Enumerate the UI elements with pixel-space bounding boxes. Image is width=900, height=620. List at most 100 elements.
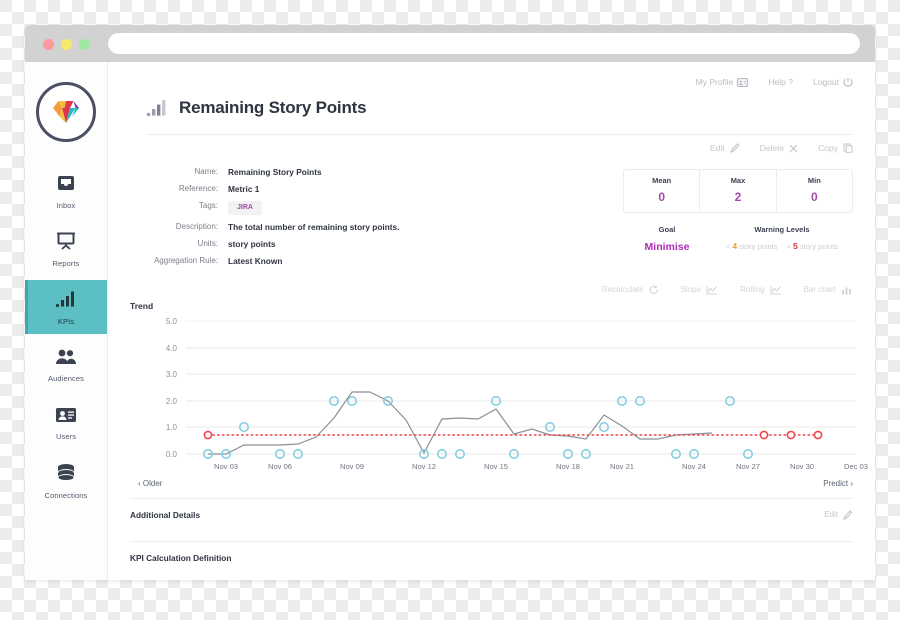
older-button[interactable]: ‹ Older [138,479,162,488]
x-axis-labels: Nov 03 Nov 06 Nov 09 Nov 12 Nov 15 Nov 1… [214,462,868,471]
stat-key: Max [730,176,746,185]
svg-text:Dec 03: Dec 03 [844,462,868,471]
goal-label: Goal [658,225,676,234]
copy-button[interactable]: Copy [818,143,853,153]
detail-content: Name: Remaining Story Points Reference: … [108,153,875,273]
pencil-icon [843,509,853,520]
svg-text:Nov 06: Nov 06 [268,462,292,471]
stat-min: Min 0 [777,170,852,212]
delete-button[interactable]: Delete [760,143,799,153]
address-bar[interactable] [108,33,860,54]
svg-text:Nov 12: Nov 12 [412,462,436,471]
main-content: My Profile Help ? Logout Remaining Story… [108,62,875,580]
copy-icon [843,143,853,153]
browser-window: Inbox Reports KPIs Audiences Users Conne… [25,25,875,580]
field-value: The total number of remaining story poin… [228,221,400,232]
metadata-row: Reference: Metric 1 [146,184,607,194]
svg-text:Nov 27: Nov 27 [736,462,760,471]
sidebar-item-label: Connections [44,490,88,500]
edit-button[interactable]: Edit [710,143,740,153]
database-icon [55,463,77,488]
svg-text:Nov 15: Nov 15 [484,462,508,471]
svg-text:Nov 09: Nov 09 [340,462,364,471]
goal-block: Goal Minimise [623,225,711,253]
section-title: Additional Details [130,509,201,520]
recalculate-button[interactable]: Recalculate [602,284,659,295]
edit-label: Edit [709,143,725,153]
svg-text:Nov 03: Nov 03 [214,462,238,471]
svg-text:1.0: 1.0 [166,423,178,432]
slope-button[interactable]: Slope [681,285,718,295]
field-label: Aggregation Rule: [153,255,218,265]
stat-value: 0 [810,190,818,204]
trend-chart[interactable]: 5.0 4.0 3.0 2.0 1.0 0.0 Nov 03 Nov 06 No… [130,313,868,473]
field-value: Remaining Story Points [228,167,322,177]
metadata-row: Units: story points [146,239,607,249]
field-value: story points [228,238,276,249]
warning-label: Warning Levels [754,225,810,234]
diamond-icon [53,101,79,123]
svg-text:3.0: 3.0 [166,370,178,379]
sidebar-item-connections[interactable]: Connections [25,454,107,508]
people-icon [55,348,77,371]
power-icon [843,77,853,87]
my-profile-link[interactable]: My Profile [696,77,749,87]
stat-value: 2 [734,190,742,204]
sidebar-item-audiences[interactable]: Audiences [25,338,107,392]
help-link[interactable]: Help ? [768,77,793,87]
sidebar-item-kpis[interactable]: KPIs [25,280,107,334]
section-additional-details[interactable]: Additional Details Edit [130,497,853,531]
help-label: Help ? [768,77,793,87]
logout-link[interactable]: Logout [813,77,853,87]
top-utility-bar: My Profile Help ? Logout [108,62,875,96]
svg-text:5.0: 5.0 [166,317,178,326]
stat-key: Min [807,176,821,185]
sidebar-item-label: Reports [52,258,80,268]
warning-number: 4 [732,241,738,251]
field-value: Latest Known [228,255,283,266]
rolling-button[interactable]: Rolling [740,285,781,295]
app-container: Inbox Reports KPIs Audiences Users Conne… [25,62,875,580]
y-axis-labels: 5.0 4.0 3.0 2.0 1.0 0.0 [166,317,178,459]
section-kpi-calculation-definition[interactable]: KPI Calculation Definition [130,540,853,574]
presentation-icon [56,231,76,256]
field-label: Name: [194,167,218,176]
refresh-icon [649,284,658,294]
sidebar-item-inbox[interactable]: Inbox [25,164,107,218]
window-maximize-dot[interactable] [79,39,90,50]
bar-chart-label: Bar chart [803,285,836,295]
sidebar-item-users[interactable]: Users [25,396,107,450]
warning-level-2: < 5 story points [786,241,839,251]
pencil-icon [729,143,740,153]
field-label: Tags: [198,200,218,210]
chart-pager: ‹ Older Predict › [108,473,875,488]
chart-title: Trend [130,300,154,311]
line-chart-icon [770,285,781,295]
window-minimize-dot[interactable] [61,39,72,50]
stat-key: Mean [652,176,672,185]
bar-chart-icon [55,289,77,314]
bar-chart-button[interactable]: Bar chart [804,285,853,295]
stat-value: 0 [658,190,665,204]
goal-warning-row: Goal Minimise Warning Levels < 4 story p… [623,225,853,253]
stats-grid: Mean 0 Max 2 Min 0 [623,169,853,213]
close-icon [789,144,798,152]
sidebar-item-reports[interactable]: Reports [25,222,107,276]
svg-text:Nov 24: Nov 24 [682,462,706,471]
id-card-icon [55,406,77,429]
warning-block: Warning Levels < 4 story points < 5 stor… [711,225,853,253]
svg-text:Nov 21: Nov 21 [610,462,634,471]
svg-text:4.0: 4.0 [166,344,178,353]
section-edit-button[interactable]: Edit [824,509,853,520]
sidebar-item-label: Inbox [56,200,76,210]
predict-button[interactable]: Predict › [823,479,853,488]
metadata-list: Name: Remaining Story Points Reference: … [146,167,607,273]
page-title-row: Remaining Story Points [108,96,875,118]
diamond-logo[interactable] [36,82,96,142]
tag-badge-jira[interactable]: JIRA [228,200,262,216]
page-title: Remaining Story Points [179,98,367,117]
svg-text:Nov 18: Nov 18 [556,462,580,471]
window-close-dot[interactable] [43,39,54,50]
line-chart-icon [706,285,718,295]
goal-value: Minimise [644,241,690,253]
